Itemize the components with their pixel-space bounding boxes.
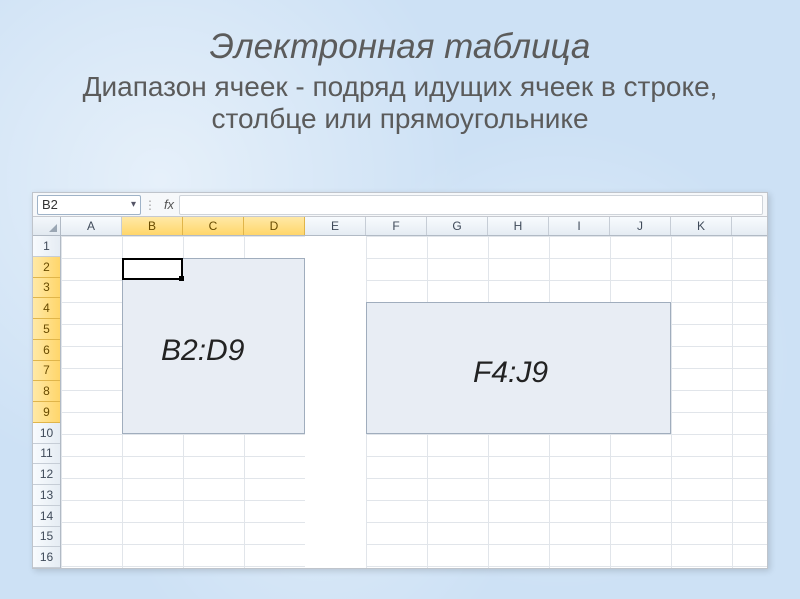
col-header-E[interactable]: E — [305, 217, 366, 235]
col-header-D[interactable]: D — [244, 217, 305, 235]
active-cell[interactable] — [122, 258, 183, 280]
row-header-12[interactable]: 12 — [33, 464, 60, 485]
slide-subtitle: Диапазон ячеек - подряд идущих ячеек в с… — [0, 71, 800, 135]
slide-title: Электронная таблица — [0, 28, 800, 67]
range-B2-D9[interactable] — [122, 258, 305, 434]
col-header-C[interactable]: C — [183, 217, 244, 235]
row-header-5[interactable]: 5 — [33, 319, 60, 340]
col-header-I[interactable]: I — [549, 217, 610, 235]
grid-body: 1 2 3 4 5 6 7 8 9 10 11 12 13 14 15 16 — [33, 236, 767, 568]
row-header-6[interactable]: 6 — [33, 340, 60, 361]
row-header-10[interactable]: 10 — [33, 423, 60, 444]
row-header-16[interactable]: 16 — [33, 547, 60, 568]
cell-area[interactable]: B2:D9 F4:J9 — [61, 236, 767, 568]
row-header-2[interactable]: 2 — [33, 257, 60, 278]
row-header-11[interactable]: 11 — [33, 444, 60, 465]
col-header-G[interactable]: G — [427, 217, 488, 235]
row-header-1[interactable]: 1 — [33, 236, 60, 257]
column-headers: A B C D E F G H I J K — [33, 217, 767, 236]
row-header-15[interactable]: 15 — [33, 527, 60, 548]
col-header-F[interactable]: F — [366, 217, 427, 235]
formula-input[interactable] — [179, 195, 763, 215]
row-header-3[interactable]: 3 — [33, 278, 60, 299]
grid: A B C D E F G H I J K 1 2 3 4 5 6 — [33, 217, 767, 568]
name-box-dropdown-icon[interactable]: ▾ — [131, 199, 136, 210]
formula-bar-separator: ⋮ — [141, 198, 159, 212]
heading-block: Электронная таблица Диапазон ячеек - под… — [0, 0, 800, 135]
col-header-K[interactable]: K — [671, 217, 732, 235]
column-boundary-gap — [305, 236, 366, 568]
row-headers: 1 2 3 4 5 6 7 8 9 10 11 12 13 14 15 16 — [33, 236, 61, 568]
row-header-7[interactable]: 7 — [33, 361, 60, 382]
name-box[interactable]: B2 ▾ — [37, 195, 141, 215]
spreadsheet-window: B2 ▾ ⋮ fx A B C D E F G H I J K — [32, 192, 768, 569]
row-header-14[interactable]: 14 — [33, 506, 60, 527]
formula-bar: B2 ▾ ⋮ fx — [33, 193, 767, 217]
col-header-B[interactable]: B — [122, 217, 183, 235]
name-box-value: B2 — [42, 197, 58, 212]
fx-button[interactable]: fx — [159, 197, 179, 212]
col-header-H[interactable]: H — [488, 217, 549, 235]
row-header-4[interactable]: 4 — [33, 298, 60, 319]
col-header-A[interactable]: A — [61, 217, 122, 235]
col-header-J[interactable]: J — [610, 217, 671, 235]
select-all-corner[interactable] — [33, 217, 61, 235]
range-F4-J9[interactable] — [366, 302, 671, 434]
slide: Электронная таблица Диапазон ячеек - под… — [0, 0, 800, 599]
row-header-9[interactable]: 9 — [33, 402, 60, 423]
row-header-13[interactable]: 13 — [33, 485, 60, 506]
row-header-8[interactable]: 8 — [33, 381, 60, 402]
